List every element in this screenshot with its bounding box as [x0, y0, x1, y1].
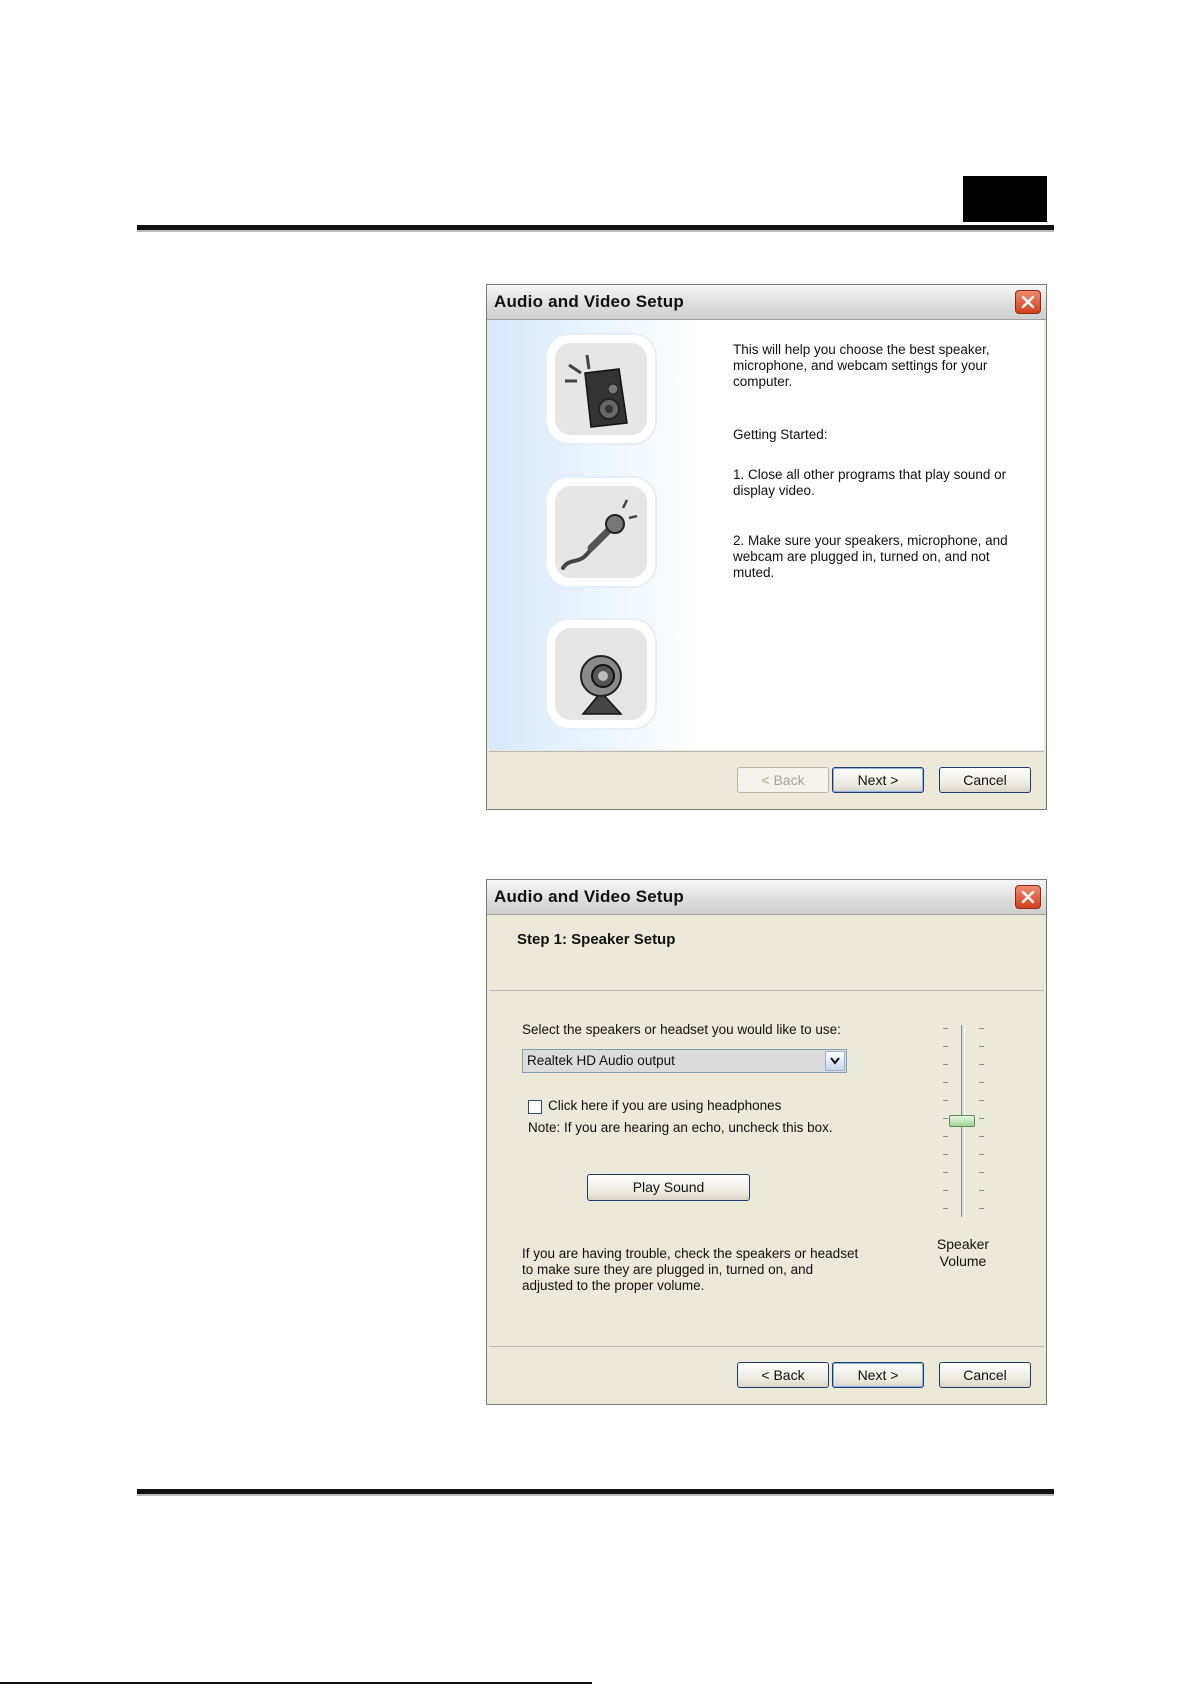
slider-tick	[979, 1208, 984, 1209]
device-sidebar	[489, 320, 697, 750]
slider-ticks-right	[979, 1028, 985, 1218]
slider-tick	[979, 1046, 984, 1047]
dropdown-button[interactable]	[825, 1051, 845, 1071]
back-button[interactable]: < Back	[737, 767, 829, 793]
slider-tick	[979, 1190, 984, 1191]
page-tab-marker	[963, 176, 1047, 222]
step-title: Step 1: Speaker Setup	[517, 931, 676, 948]
dialog-title: Audio and Video Setup	[494, 887, 684, 906]
speaker-volume-label: Speaker Volume	[923, 1236, 1003, 1270]
troubleshooting-text: If you are having trouble, check the spe…	[522, 1246, 859, 1293]
dialog-footer: < Back Next > Cancel	[489, 751, 1044, 808]
speaker-volume-label-line1: Speaker	[936, 1236, 990, 1252]
play-sound-button[interactable]: Play Sound	[587, 1174, 750, 1201]
instruction-step-2: 2. Make sure your speakers, microphone, …	[733, 533, 1008, 580]
back-button[interactable]: < Back	[737, 1362, 829, 1388]
webcam-tile	[547, 620, 655, 728]
slider-tick	[979, 1100, 984, 1101]
cancel-button[interactable]: Cancel	[939, 1362, 1031, 1388]
slider-tick	[979, 1082, 984, 1083]
chevron-down-icon	[830, 1057, 840, 1065]
intro-text: This will help you choose the best speak…	[733, 342, 990, 389]
microphone-icon	[561, 499, 638, 570]
footer-rule	[137, 1489, 1054, 1494]
title-bar[interactable]: Audio and Video Setup	[487, 285, 1046, 320]
slider-tick	[943, 1082, 948, 1083]
headphones-checkbox[interactable]	[528, 1100, 542, 1114]
webcam-icon	[580, 655, 623, 715]
next-button[interactable]: Next >	[832, 767, 924, 793]
speaker-icon	[565, 354, 628, 428]
slider-tick	[979, 1154, 984, 1155]
speaker-tile	[547, 335, 655, 443]
headphones-checkbox-label[interactable]: Click here if you are using headphones	[548, 1098, 781, 1114]
close-icon	[1021, 890, 1035, 904]
echo-note: Note: If you are hearing an echo, unchec…	[528, 1120, 833, 1135]
title-bar[interactable]: Audio and Video Setup	[487, 880, 1046, 915]
slider-tick	[943, 1118, 948, 1119]
audio-video-setup-dialog-speaker: Audio and Video Setup Step 1: Speaker Se…	[486, 879, 1047, 1405]
close-button[interactable]	[1015, 885, 1041, 909]
dialog-title: Audio and Video Setup	[494, 292, 684, 311]
slider-tick	[979, 1118, 984, 1119]
step-header: Step 1: Speaker Setup	[489, 915, 1044, 991]
slider-tick	[943, 1064, 948, 1065]
cancel-button[interactable]: Cancel	[939, 767, 1031, 793]
dialog-footer: < Back Next > Cancel	[489, 1346, 1044, 1403]
dialog-body: This will help you choose the best speak…	[489, 320, 1044, 750]
getting-started-heading: Getting Started:	[733, 427, 828, 442]
instruction-step-1: 1. Close all other programs that play so…	[733, 467, 1007, 498]
slider-tick	[979, 1064, 984, 1065]
speaker-select-label: Select the speakers or headset you would…	[522, 1022, 841, 1037]
audio-video-setup-dialog-welcome: Audio and Video Setup This will help you…	[486, 284, 1047, 810]
footnote-rule	[0, 1682, 592, 1684]
slider-tick	[979, 1136, 984, 1137]
microphone-tile	[547, 478, 655, 586]
speaker-select-value: Realtek HD Audio output	[527, 1053, 675, 1068]
slider-tick	[943, 1100, 948, 1101]
slider-tick	[943, 1046, 948, 1047]
slider-tick	[943, 1172, 948, 1173]
slider-tick	[943, 1028, 948, 1029]
close-button[interactable]	[1015, 290, 1041, 314]
next-button[interactable]: Next >	[832, 1362, 924, 1388]
slider-tick	[943, 1154, 948, 1155]
speaker-volume-label-line2: Volume	[939, 1253, 987, 1269]
header-rule	[137, 225, 1054, 230]
speaker-select[interactable]: Realtek HD Audio output	[522, 1049, 847, 1073]
close-icon	[1021, 295, 1035, 309]
slider-tick	[979, 1172, 984, 1173]
slider-tick	[943, 1190, 948, 1191]
slider-tick	[979, 1028, 984, 1029]
slider-tick	[943, 1136, 948, 1137]
slider-tick	[943, 1208, 948, 1209]
speaker-volume-thumb[interactable]	[949, 1115, 975, 1127]
